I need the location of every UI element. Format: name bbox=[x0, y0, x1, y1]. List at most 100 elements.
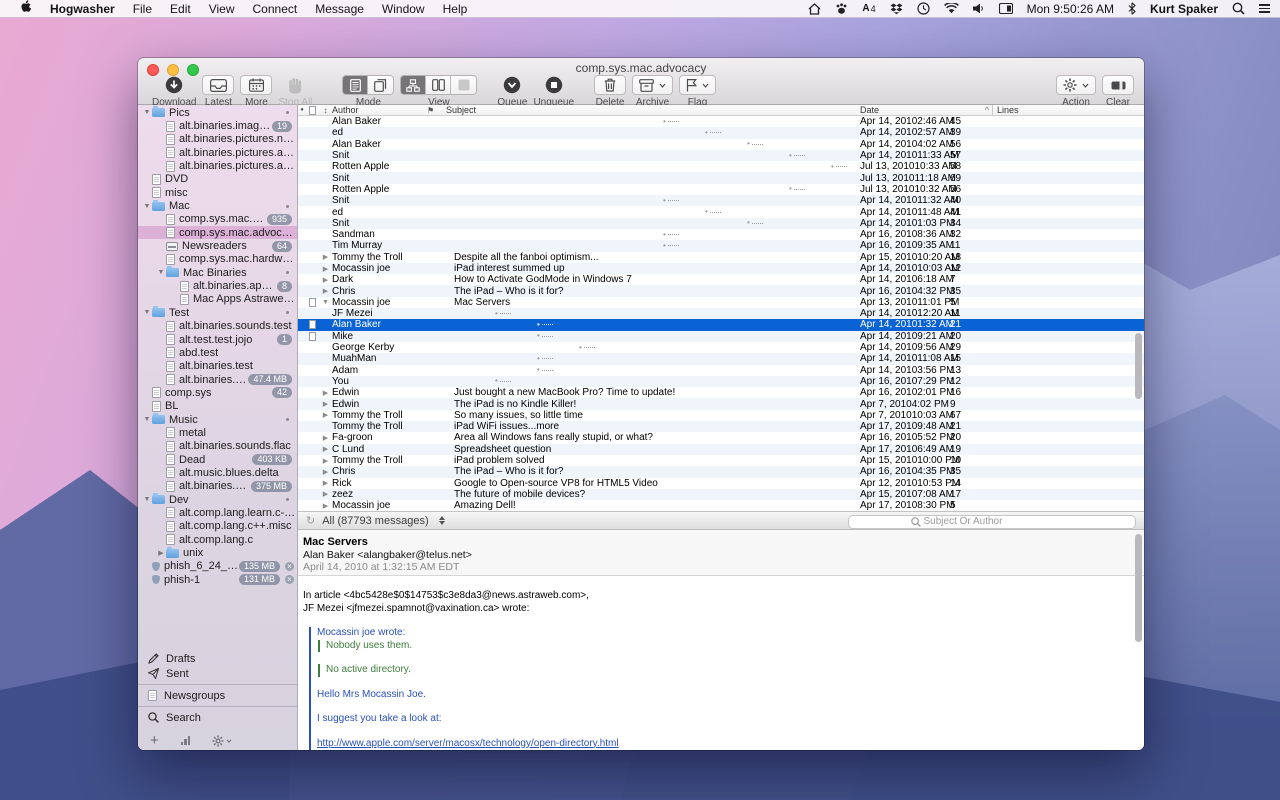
list-row[interactable]: Sandman•Apr 16, 20108:36 AM32 bbox=[298, 229, 1144, 240]
list-row[interactable]: ▶Mocassin joeAmazing Dell!Apr 17, 20108:… bbox=[298, 500, 1144, 511]
remove-icon[interactable]: × bbox=[285, 562, 294, 571]
list-row[interactable]: ▶EdwinThe iPad is no Kindle Killer!Apr 7… bbox=[298, 398, 1144, 409]
view-pane-button[interactable] bbox=[451, 76, 476, 94]
sidebar-item[interactable]: abd.test bbox=[138, 346, 297, 359]
list-row[interactable]: ed•Apr 14, 201011:48 AM41 bbox=[298, 206, 1144, 217]
sidebar-item[interactable]: ▼Music bbox=[138, 413, 297, 426]
sidebar-item-newsgroups[interactable]: Newsgroups bbox=[138, 688, 297, 703]
read-column-header[interactable]: ● bbox=[298, 107, 306, 113]
disclosure-triangle[interactable]: ▼ bbox=[142, 496, 152, 503]
sidebar-item[interactable]: alt.binaries.sounds…375 MB bbox=[138, 480, 297, 493]
list-row[interactable]: ▶Mocassin joeiPad interest summed upApr … bbox=[298, 263, 1144, 274]
list-row[interactable]: ▶RickGoogle to Open-source VP8 for HTML5… bbox=[298, 478, 1144, 489]
list-row[interactable]: Alan Baker•Apr 14, 20101:32 AM21 bbox=[298, 319, 1144, 330]
list-row[interactable]: ▶zeezThe future of mobile devices?Apr 15… bbox=[298, 489, 1144, 500]
thread-disclosure[interactable]: ▶ bbox=[319, 434, 332, 442]
sidebar-item[interactable]: comp.sys42 bbox=[138, 386, 297, 399]
list-row[interactable]: Tommy the TrolliPad WiFi issues...moreAp… bbox=[298, 421, 1144, 432]
thread-disclosure[interactable]: ▶ bbox=[319, 400, 332, 408]
volume-icon[interactable] bbox=[973, 3, 985, 14]
sidebar-item[interactable]: ▼Mac Binaries bbox=[138, 266, 297, 279]
sidebar-item[interactable]: alt.comp.lang.c++.misc bbox=[138, 520, 297, 533]
disclosure-triangle[interactable]: ▶ bbox=[156, 549, 166, 557]
body-column-header[interactable] bbox=[306, 106, 319, 115]
list-row[interactable]: Rotten Apple•Jul 13, 201010:32 AM56 bbox=[298, 184, 1144, 195]
thread-disclosure[interactable]: ▶ bbox=[319, 287, 332, 295]
apple-menu-icon[interactable] bbox=[12, 0, 41, 18]
disclosure-triangle[interactable]: ▼ bbox=[156, 269, 166, 276]
author-column-header[interactable]: Author bbox=[332, 105, 427, 115]
disclosure-triangle[interactable]: ▼ bbox=[142, 109, 152, 116]
sidebar-item[interactable]: phish_6_24_14.nzb135 MB× bbox=[138, 560, 297, 573]
sidebar-item[interactable]: phish-1131 MB× bbox=[138, 573, 297, 586]
list-row[interactable]: ed•Apr 14, 20102:57 AM39 bbox=[298, 127, 1144, 138]
action-button[interactable]: Action bbox=[1056, 75, 1096, 108]
download-button[interactable]: Download bbox=[152, 75, 196, 108]
list-row[interactable]: Snit•Apr 14, 201011:33 AM57 bbox=[298, 150, 1144, 161]
stats-icon[interactable] bbox=[181, 736, 191, 745]
sidebar-item[interactable]: BL bbox=[138, 400, 297, 413]
thread-disclosure[interactable]: ▶ bbox=[319, 490, 332, 498]
list-row[interactable]: Alan Baker•Apr 14, 20104:02 AM56 bbox=[298, 139, 1144, 150]
sidebar-item[interactable]: alt.binaries.pictures.astronomy bbox=[138, 159, 297, 172]
list-row[interactable]: Rotten Apple•Jul 13, 201010:33 AM58 bbox=[298, 161, 1144, 172]
sidebar-item[interactable]: alt.music.blues.delta bbox=[138, 466, 297, 479]
list-row[interactable]: ▼Mocassin joeMac ServersApr 13, 201011:0… bbox=[298, 297, 1144, 308]
sidebar-item[interactable]: alt.binaries.image.fun19 bbox=[138, 119, 297, 132]
subject-column-header[interactable]: Subject bbox=[442, 105, 853, 115]
unqueue-button[interactable]: Unqueue bbox=[533, 75, 574, 108]
archive-button[interactable]: Archive bbox=[632, 75, 673, 108]
disclosure-triangle[interactable]: ▼ bbox=[142, 416, 152, 423]
sidebar-item[interactable]: ▼Mac bbox=[138, 199, 297, 212]
window-icon[interactable] bbox=[999, 3, 1013, 14]
sidebar-item[interactable]: alt.comp.lang.learn.c-c++ bbox=[138, 506, 297, 519]
sidebar-item[interactable]: ▼Dev bbox=[138, 493, 297, 506]
sidebar-item[interactable]: alt.comp.lang.c bbox=[138, 533, 297, 546]
sidebar-item[interactable]: alt.binaries.sounds.test bbox=[138, 320, 297, 333]
list-row[interactable]: ▶EdwinJust bought a new MacBook Pro? Tim… bbox=[298, 387, 1144, 398]
home-icon[interactable] bbox=[808, 3, 821, 15]
bluetooth-icon[interactable] bbox=[1128, 2, 1136, 15]
disclosure-triangle[interactable]: ▼ bbox=[142, 309, 152, 316]
sidebar-item[interactable]: alt.binaries.sounds.flac bbox=[138, 440, 297, 453]
list-row[interactable]: MuahMan•Apr 14, 201011:08 AM15 bbox=[298, 353, 1144, 364]
menu-window[interactable]: Window bbox=[373, 0, 434, 18]
list-row[interactable]: Snit•Apr 14, 20101:03 PM34 bbox=[298, 218, 1144, 229]
sidebar-item[interactable]: alt.binaries.test bbox=[138, 360, 297, 373]
menu-help[interactable]: Help bbox=[434, 0, 477, 18]
sidebar-item[interactable]: ▼Pics bbox=[138, 106, 297, 119]
latest-button[interactable]: Latest bbox=[202, 75, 234, 108]
mode-binary-button[interactable] bbox=[368, 76, 393, 94]
menu-app-name[interactable]: Hogwasher bbox=[41, 0, 124, 18]
list-row[interactable]: ▶Tommy the TrollSo many issues, so littl… bbox=[298, 410, 1144, 421]
menu-connect[interactable]: Connect bbox=[244, 0, 307, 18]
list-row[interactable]: Snit•Jul 13, 201011:18 AM69 bbox=[298, 172, 1144, 183]
thread-disclosure[interactable]: ▶ bbox=[319, 276, 332, 284]
list-row[interactable]: ▶DarkHow to Activate GodMode in Windows … bbox=[298, 274, 1144, 285]
sidebar-item[interactable]: ▶unix bbox=[138, 546, 297, 559]
list-row[interactable]: JF Mezei•Apr 14, 201012:20 AM11 bbox=[298, 308, 1144, 319]
add-button[interactable]: + bbox=[150, 735, 159, 747]
sidebar-item[interactable]: alt.binaries.test.test47.4 MB bbox=[138, 373, 297, 386]
menu-clock[interactable]: Mon 9:50:26 AM bbox=[1027, 2, 1114, 16]
thread-column-header[interactable]: ↕ bbox=[319, 106, 332, 115]
a4-icon[interactable]: A4 bbox=[862, 3, 875, 14]
thread-disclosure[interactable]: ▼ bbox=[319, 299, 332, 306]
mode-article-button[interactable] bbox=[343, 76, 368, 94]
sidebar-item[interactable]: comp.sys.mac.apps935 bbox=[138, 213, 297, 226]
sidebar-item[interactable]: alt.binaries.pictures.aviation bbox=[138, 146, 297, 159]
notification-center-icon[interactable] bbox=[1259, 2, 1270, 15]
disclosure-triangle[interactable]: ▼ bbox=[142, 203, 152, 210]
list-row[interactable]: Mike•Apr 14, 20109:21 AM20 bbox=[298, 331, 1144, 342]
sidebar-item[interactable]: Mac Apps Astraweb10 bbox=[138, 293, 297, 306]
scope-stepper[interactable] bbox=[439, 516, 445, 525]
list-row[interactable]: ▶Fa-groonArea all Windows fans really st… bbox=[298, 432, 1144, 443]
list-scrollbar-thumb[interactable] bbox=[1135, 333, 1142, 399]
menu-file[interactable]: File bbox=[124, 0, 161, 18]
sidebar-item-drafts[interactable]: Drafts bbox=[138, 651, 297, 666]
view-threads-button[interactable] bbox=[401, 76, 426, 94]
flag-column-header[interactable]: ⚑ bbox=[427, 106, 442, 115]
list-row[interactable]: ▶Tommy the TrolliPad problem solvedApr 1… bbox=[298, 455, 1144, 466]
list-row[interactable]: Tim Murray•Apr 16, 20109:35 AM11 bbox=[298, 240, 1144, 251]
clear-button[interactable]: Clear bbox=[1102, 75, 1134, 108]
